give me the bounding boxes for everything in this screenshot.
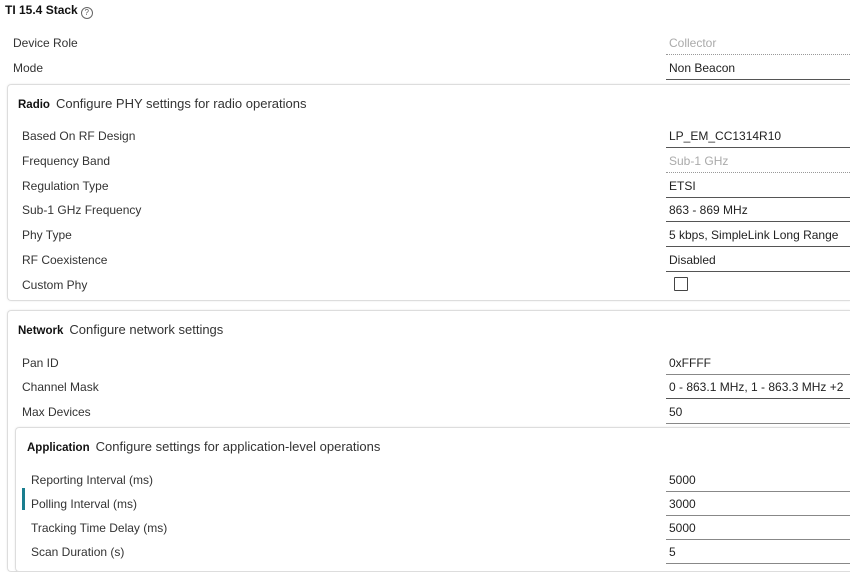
scan-duration-label: Scan Duration (s) xyxy=(31,545,125,559)
help-icon[interactable]: ? xyxy=(80,7,93,19)
polling-interval-row: Polling Interval (ms) 3000 xyxy=(0,492,850,516)
scan-duration-row: Scan Duration (s) 5 xyxy=(0,540,850,564)
rf-coexistence-label: RF Coexistence xyxy=(22,253,108,267)
pan-id-label: Pan ID xyxy=(22,356,59,370)
polling-interval-input[interactable]: 3000 xyxy=(669,497,696,511)
scan-duration-underline xyxy=(666,563,850,564)
application-description: Configure settings for application-level… xyxy=(95,439,381,454)
mode-row: Mode Non Beacon xyxy=(0,56,850,80)
channel-mask-row: Channel Mask 0 - 863.1 MHz, 1 - 863.3 MH… xyxy=(0,375,850,399)
phy-type-row: Phy Type 5 kbps, SimpleLink Long Range xyxy=(0,223,850,247)
custom-phy-checkbox[interactable] xyxy=(674,277,688,291)
radio-card-header: Radio Configure PHY settings for radio op… xyxy=(18,96,306,111)
rf-design-underline xyxy=(666,147,850,148)
custom-phy-row: Custom Phy xyxy=(0,273,850,297)
channel-mask-label: Channel Mask xyxy=(22,380,99,394)
mode-label: Mode xyxy=(13,61,44,75)
rf-design-row: Based On RF Design LP_EM_CC1314R10 xyxy=(0,124,850,148)
max-devices-row: Max Devices 50 xyxy=(0,400,850,424)
device-role-row: Device Role Collector xyxy=(0,31,850,55)
sub1ghz-frequency-select[interactable]: 863 - 869 MHz xyxy=(669,203,748,217)
radio-heading: Radio xyxy=(18,99,50,111)
network-card-header: Network Configure network settings xyxy=(18,322,223,337)
page-title: TI 15.4 Stack? xyxy=(5,3,93,19)
scan-duration-input[interactable]: 5 xyxy=(669,545,676,559)
page-title-text: TI 15.4 Stack xyxy=(5,3,78,17)
sub1ghz-frequency-row: Sub-1 GHz Frequency 863 - 869 MHz xyxy=(0,198,850,222)
channel-mask-underline xyxy=(666,398,850,399)
mode-underline xyxy=(666,79,850,80)
reporting-interval-row: Reporting Interval (ms) 5000 xyxy=(0,468,850,492)
device-role-value: Collector xyxy=(669,36,717,50)
network-heading: Network xyxy=(18,325,64,337)
polling-interval-label: Polling Interval (ms) xyxy=(31,497,138,511)
frequency-band-row: Frequency Band Sub-1 GHz xyxy=(0,149,850,173)
device-role-label: Device Role xyxy=(13,36,78,50)
rf-coexistence-underline xyxy=(666,271,850,272)
regulation-type-select[interactable]: ETSI xyxy=(669,179,696,193)
radio-description: Configure PHY settings for radio operati… xyxy=(55,96,307,111)
tracking-delay-input[interactable]: 5000 xyxy=(669,521,696,535)
channel-mask-select[interactable]: 0 - 863.1 MHz, 1 - 863.3 MHz +2 xyxy=(669,380,843,394)
pan-id-input[interactable]: 0xFFFF xyxy=(669,356,711,370)
tracking-delay-row: Tracking Time Delay (ms) 5000 xyxy=(0,516,850,540)
frequency-band-label: Frequency Band xyxy=(22,154,111,168)
rf-coexistence-select[interactable]: Disabled xyxy=(669,253,716,267)
reporting-interval-input[interactable]: 5000 xyxy=(669,473,696,487)
pan-id-row: Pan ID 0xFFFF xyxy=(0,351,850,375)
application-heading: Application xyxy=(27,442,90,454)
frequency-band-value: Sub-1 GHz xyxy=(669,154,729,168)
reporting-interval-label: Reporting Interval (ms) xyxy=(31,473,154,487)
mode-select[interactable]: Non Beacon xyxy=(669,61,735,75)
max-devices-input[interactable]: 50 xyxy=(669,405,682,419)
sub1ghz-frequency-underline xyxy=(666,221,850,222)
sub1ghz-frequency-label: Sub-1 GHz Frequency xyxy=(22,203,142,217)
regulation-type-label: Regulation Type xyxy=(22,179,109,193)
rf-design-select[interactable]: LP_EM_CC1314R10 xyxy=(669,129,781,143)
phy-type-underline xyxy=(666,246,850,247)
phy-type-label: Phy Type xyxy=(22,228,72,242)
network-description: Configure network settings xyxy=(69,322,224,337)
rf-coexistence-row: RF Coexistence Disabled xyxy=(0,248,850,272)
phy-type-select[interactable]: 5 kbps, SimpleLink Long Range xyxy=(669,228,838,242)
custom-phy-label: Custom Phy xyxy=(22,278,88,292)
device-role-underline xyxy=(666,54,850,55)
application-card-header: Application Configure settings for applic… xyxy=(27,439,380,454)
max-devices-underline xyxy=(666,423,850,424)
rf-design-label: Based On RF Design xyxy=(22,129,136,143)
frequency-band-underline xyxy=(666,172,850,173)
tracking-delay-label: Tracking Time Delay (ms) xyxy=(31,521,168,535)
max-devices-label: Max Devices xyxy=(22,405,91,419)
regulation-type-row: Regulation Type ETSI xyxy=(0,174,850,198)
